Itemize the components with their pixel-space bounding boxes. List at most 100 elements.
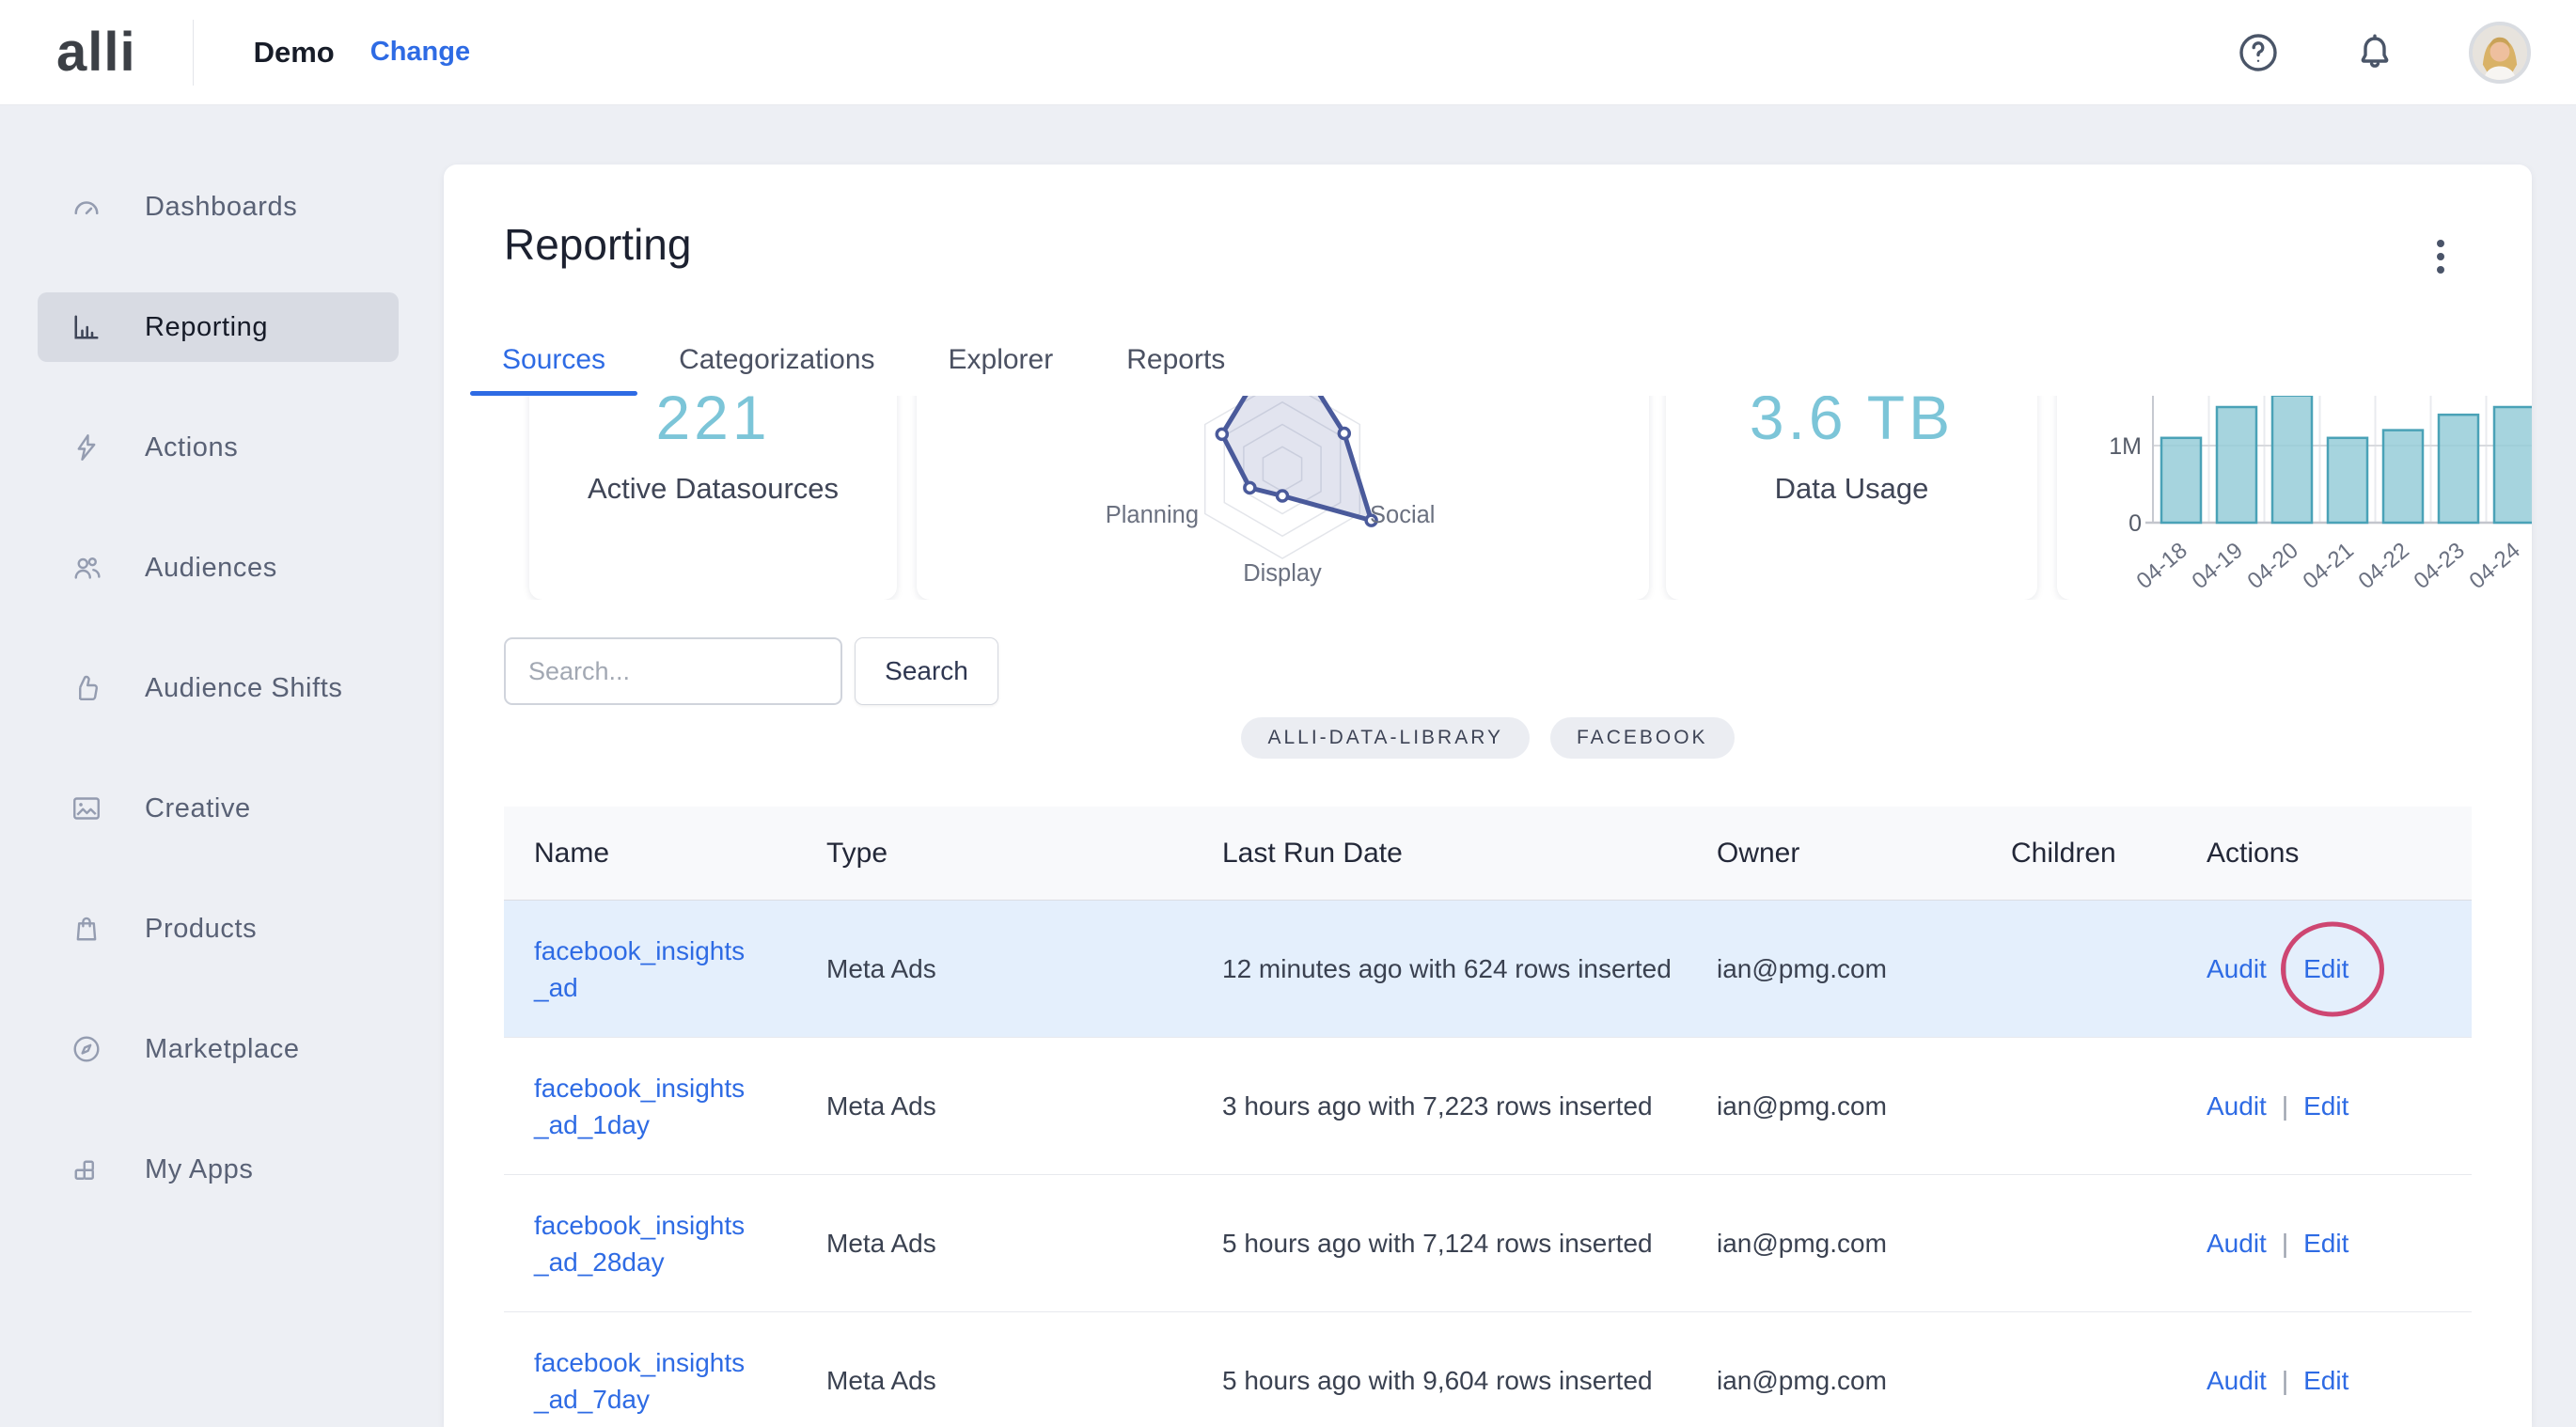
page-title: Reporting [504, 219, 691, 270]
table-row: facebook_insights_ad_7dayMeta Ads5 hours… [504, 1312, 2472, 1427]
people-icon [70, 551, 103, 585]
svg-text:04-18: 04-18 [2131, 538, 2191, 594]
data-usage-label: Data Usage [1666, 472, 2037, 506]
source-type: Meta Ads [826, 1088, 1222, 1125]
sidebar-item-label: Creative [145, 793, 251, 824]
svg-text:Social: Social [1370, 502, 1435, 528]
sidebar-item-label: Audiences [145, 553, 277, 584]
source-type: Meta Ads [826, 1362, 1222, 1400]
sidebar-item-marketplace[interactable]: Marketplace [38, 1014, 399, 1084]
bag-icon [70, 912, 103, 946]
row-actions: Audit | Edit [2207, 1088, 2472, 1125]
owner-email: ian@pmg.com [1717, 1225, 2011, 1262]
last-run-date: 3 hours ago with 7,223 rows inserted [1222, 1088, 1717, 1125]
tab-sources[interactable]: Sources [470, 324, 637, 396]
svg-text:04-24: 04-24 [2464, 538, 2524, 594]
radar-chart: PlanningSocialDisplay [917, 396, 1649, 600]
table-body: facebook_insights_adMeta Ads12 minutes a… [504, 901, 2472, 1427]
topbar-divider [193, 20, 194, 86]
workspace-name: Demo [254, 36, 335, 70]
daily-rows-bar-card: 1M004-1804-1904-2004-2104-2204-2304-24 [2057, 396, 2532, 600]
lightning-icon [70, 431, 103, 464]
column-header-owner: Owner [1717, 835, 2011, 872]
stat-cards: 221 Active Datasources PlanningSocialDis… [444, 396, 2532, 600]
sidebar-nav: Dashboards Reporting Actions Audiences Audie… [0, 105, 444, 1255]
thumbs-up-icon [70, 671, 103, 705]
column-header-last-run-date: Last Run Date [1222, 835, 1717, 872]
audit-link[interactable]: Audit [2207, 1088, 2267, 1125]
sidebar-item-reporting[interactable]: Reporting [38, 292, 399, 362]
sources-table: NameTypeLast Run DateOwnerChildrenAction… [504, 807, 2472, 1427]
sidebar-item-creative[interactable]: Creative [38, 774, 399, 843]
sidebar-item-label: Audience Shifts [145, 673, 343, 704]
tag-alli-data-library[interactable]: ALLI-DATA-LIBRARY [1241, 717, 1530, 759]
tab-categorizations[interactable]: Categorizations [647, 324, 906, 396]
last-run-date: 5 hours ago with 9,604 rows inserted [1222, 1362, 1717, 1400]
row-actions: Audit|Edit [2207, 1225, 2472, 1262]
topbar-actions [2236, 22, 2531, 84]
active-datasources-card: 221 Active Datasources [529, 396, 897, 600]
sidebar-item-audiences[interactable]: Audiences [38, 533, 399, 603]
user-avatar[interactable] [2469, 22, 2531, 84]
column-header-actions: Actions [2207, 835, 2472, 872]
active-datasources-label: Active Datasources [529, 472, 897, 506]
svg-text:04-21: 04-21 [2298, 538, 2358, 594]
sidebar-item-label: Actions [145, 432, 238, 463]
source-name-link[interactable]: facebook_insights_ad_7day [534, 1344, 826, 1418]
audit-link[interactable]: Audit [2207, 1362, 2267, 1400]
sidebar-item-label: Reporting [145, 312, 268, 343]
tab-explorer[interactable]: Explorer [917, 324, 1086, 396]
source-name-link[interactable]: facebook_insights_ad [534, 933, 826, 1006]
sidebar-item-actions[interactable]: Actions [38, 413, 399, 482]
svg-text:04-19: 04-19 [2187, 538, 2247, 594]
topbar: alli Demo Change [0, 0, 2576, 105]
tab-reports[interactable]: Reports [1094, 324, 1257, 396]
svg-text:Planning: Planning [1106, 502, 1199, 528]
bar-chart-icon [70, 310, 103, 344]
column-header-type: Type [826, 835, 1222, 872]
edit-annotation-circle [2281, 921, 2384, 1016]
table-row: facebook_insights_ad_1dayMeta Ads3 hours… [504, 1038, 2472, 1175]
source-type: Meta Ads [826, 1225, 1222, 1262]
edit-link[interactable]: Edit [2303, 1088, 2348, 1125]
svg-text:04-23: 04-23 [2409, 538, 2469, 594]
help-icon[interactable] [2236, 30, 2281, 75]
owner-email: ian@pmg.com [1717, 950, 2011, 988]
row-actions: Audit | Edit [2207, 1362, 2472, 1400]
gauge-icon [70, 190, 103, 224]
search-button[interactable]: Search [855, 637, 998, 705]
table-header: NameTypeLast Run DateOwnerChildrenAction… [504, 807, 2472, 901]
source-name-link[interactable]: facebook_insights_ad_1day [534, 1070, 826, 1143]
column-header-name: Name [534, 835, 826, 872]
source-type: Meta Ads [826, 950, 1222, 988]
notifications-bell-icon[interactable] [2352, 30, 2397, 75]
tag-facebook[interactable]: FACEBOOK [1550, 717, 1735, 759]
alli-logo: alli [56, 21, 136, 84]
edit-link[interactable]: Edit [2303, 950, 2348, 988]
audit-link[interactable]: Audit [2207, 1225, 2267, 1262]
sidebar-item-my-apps[interactable]: My Apps [38, 1135, 399, 1204]
svg-text:0: 0 [2128, 510, 2142, 537]
edit-link[interactable]: Edit [2303, 1362, 2348, 1400]
data-usage-card: 3.6 TB Data Usage [1666, 396, 2037, 600]
sidebar-item-products[interactable]: Products [38, 894, 399, 964]
audit-link[interactable]: Audit [2207, 950, 2267, 988]
search-input[interactable] [504, 637, 842, 705]
data-usage-value: 3.6 TB [1666, 396, 2037, 453]
edit-link[interactable]: Edit [2303, 1225, 2348, 1262]
app-root: alli Demo Change [0, 0, 2576, 1427]
owner-email: ian@pmg.com [1717, 1362, 2011, 1400]
channel-radar-card: PlanningSocialDisplay [917, 396, 1649, 600]
filter-tags: ALLI-DATA-LIBRARY FACEBOOK [444, 717, 2532, 759]
change-workspace-link[interactable]: Change [370, 37, 470, 68]
last-run-date: 12 minutes ago with 624 rows inserted [1222, 950, 1717, 988]
actions-separator: | [2282, 1362, 2288, 1400]
row-actions: Audit|Edit [2207, 950, 2472, 988]
kebab-menu-icon[interactable] [2431, 234, 2450, 285]
svg-text:04-22: 04-22 [2353, 538, 2413, 594]
svg-text:1M: 1M [2109, 433, 2142, 460]
source-name-link[interactable]: facebook_insights_ad_28day [534, 1207, 826, 1280]
sidebar-item-dashboards[interactable]: Dashboards [38, 172, 399, 242]
sidebar-item-audience-shifts[interactable]: Audience Shifts [38, 653, 399, 723]
actions-separator: | [2282, 1088, 2288, 1125]
